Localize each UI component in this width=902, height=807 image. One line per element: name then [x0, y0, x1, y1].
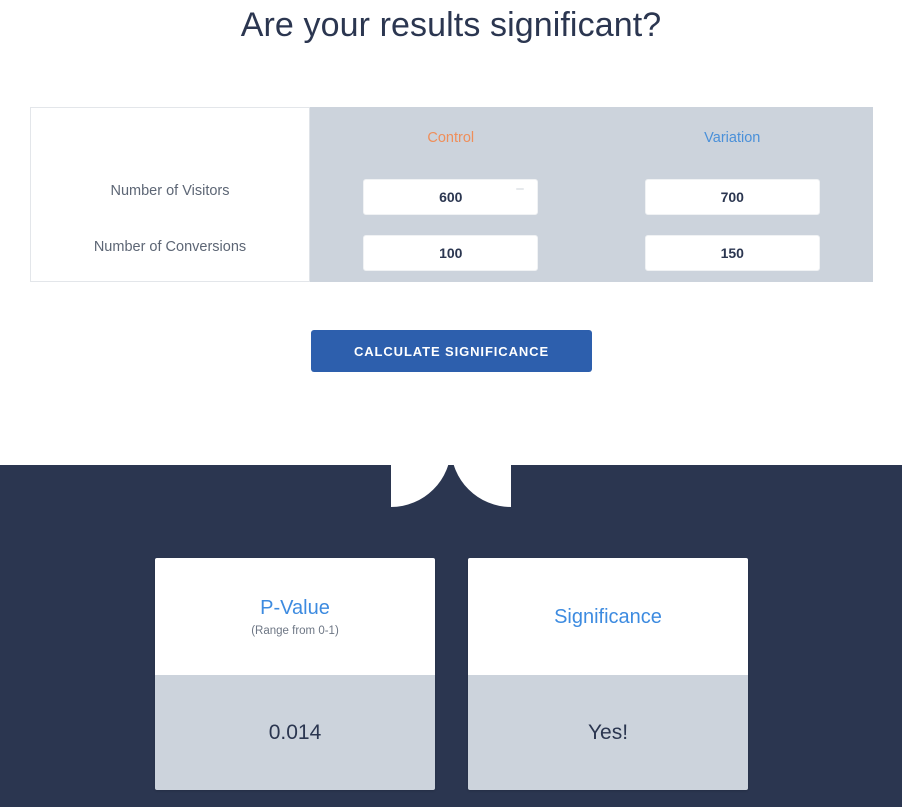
cell-variation-conversions [592, 235, 874, 271]
variation-visitors-input[interactable] [644, 179, 820, 215]
calculator-row-conversions [310, 225, 873, 281]
p-value-result: 0.014 [155, 675, 435, 790]
significance-result: Yes! [468, 675, 748, 790]
page-title: Are your results significant? [240, 6, 662, 44]
control-conversions-input[interactable] [363, 235, 539, 271]
panel-notch-decoration [391, 465, 511, 507]
cell-variation-visitors [592, 179, 874, 215]
column-header-variation: Variation [704, 130, 761, 146]
calculator-row-labels-column: Number of Visitors Number of Conversions [30, 107, 310, 282]
column-header-control: Control [427, 130, 475, 146]
results-panel: P-Value (Range from 0-1) 0.014 Significa… [0, 465, 902, 807]
significance-card-header: Significance [468, 558, 748, 675]
calculate-significance-button[interactable]: CALCULATE SIGNIFICANCE [311, 330, 592, 372]
notch-right-curve [451, 465, 511, 507]
result-card-significance: Significance Yes! [468, 558, 748, 790]
number-spinner-icon[interactable] [516, 188, 525, 190]
cell-control-conversions [310, 235, 592, 271]
result-cards-container: P-Value (Range from 0-1) 0.014 Significa… [155, 558, 748, 790]
result-card-p-value: P-Value (Range from 0-1) 0.014 [155, 558, 435, 790]
notch-left-curve [391, 465, 451, 507]
row-label-visitors: Number of Visitors [110, 183, 230, 199]
variation-conversions-input[interactable] [644, 235, 820, 271]
control-visitors-input-wrapper [363, 179, 539, 215]
calculator-values-column: Control Variation [310, 107, 873, 282]
significance-title: Significance [554, 605, 662, 628]
control-visitors-input[interactable] [363, 179, 539, 215]
calculator-header-row: Control Variation [310, 107, 873, 169]
p-value-subtitle: (Range from 0-1) [251, 625, 339, 637]
significance-calculator-page: Are your results significant? Number of … [0, 0, 902, 807]
p-value-card-header: P-Value (Range from 0-1) [155, 558, 435, 675]
calculator-row-visitors [310, 169, 873, 225]
calculator-table: Number of Visitors Number of Conversions… [30, 107, 873, 282]
cell-control-visitors [310, 179, 592, 215]
p-value-title: P-Value [260, 597, 330, 619]
row-label-conversions: Number of Conversions [93, 239, 247, 255]
